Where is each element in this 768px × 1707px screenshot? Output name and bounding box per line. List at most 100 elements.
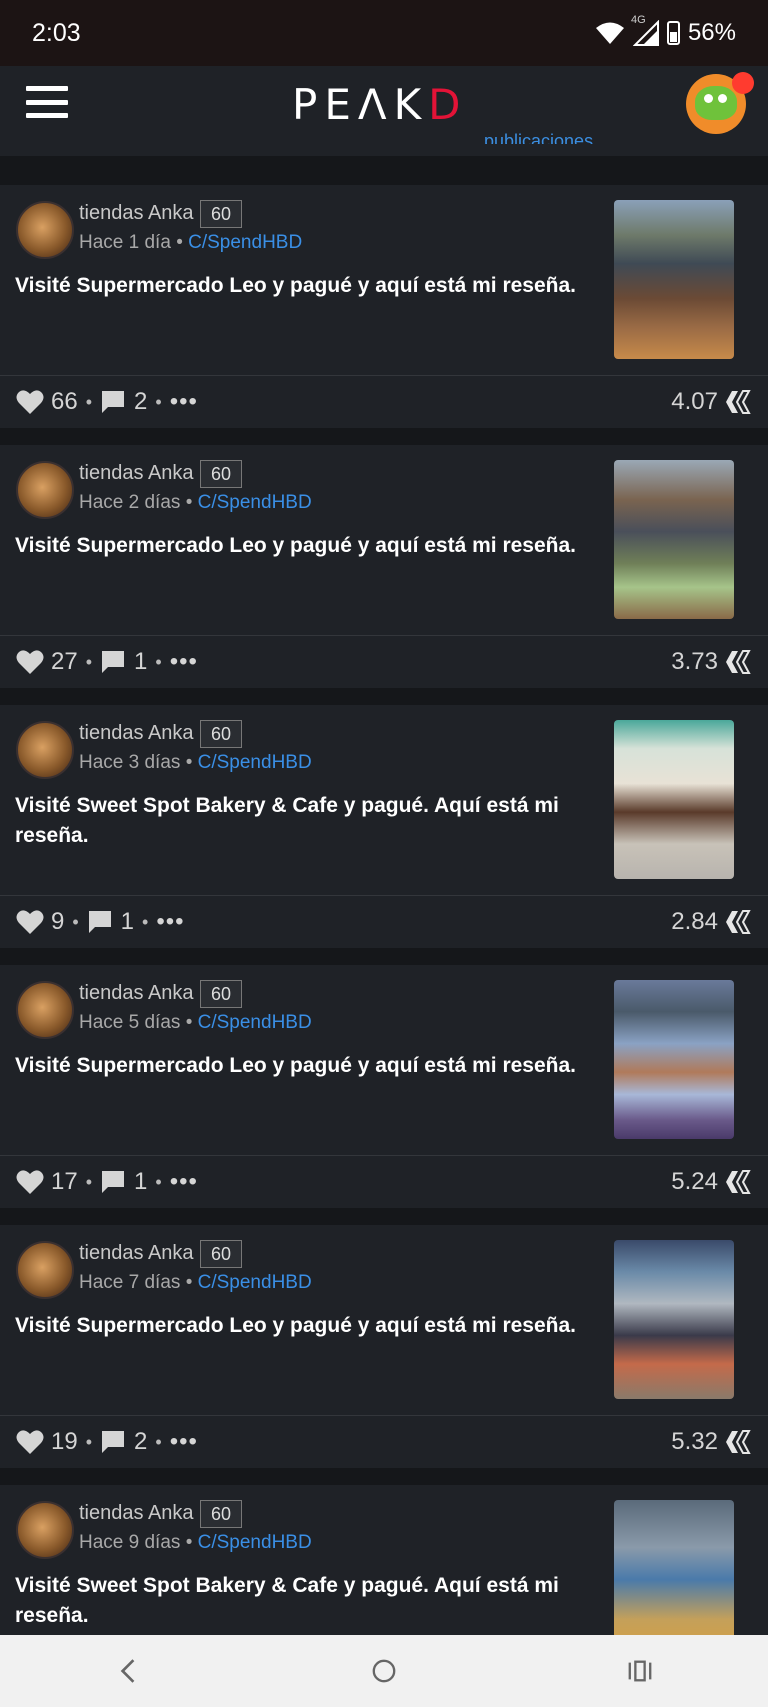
heart-icon[interactable] bbox=[16, 389, 44, 415]
more-options[interactable]: ••• bbox=[170, 1168, 198, 1196]
post-author[interactable]: tiendas Anka bbox=[79, 1502, 194, 1525]
author-avatar[interactable] bbox=[16, 1241, 74, 1299]
post-author[interactable]: tiendas Anka bbox=[79, 202, 194, 225]
post-author[interactable]: tiendas Anka bbox=[79, 1242, 194, 1265]
partially-hidden-link[interactable]: publicaciones bbox=[484, 126, 593, 144]
logo-pe: PE bbox=[292, 80, 358, 129]
post-title[interactable]: Visité Supermercado Leo y pagué y aquí e… bbox=[15, 1311, 590, 1341]
community-link[interactable]: C/SpendHBD bbox=[198, 1532, 312, 1553]
heart-icon[interactable] bbox=[16, 649, 44, 675]
hamburger-menu-icon[interactable] bbox=[26, 86, 68, 118]
author-avatar[interactable] bbox=[16, 1501, 74, 1559]
footer-separator: • bbox=[155, 391, 162, 412]
more-options[interactable]: ••• bbox=[170, 1428, 198, 1456]
footer-separator: • bbox=[155, 1431, 162, 1452]
post-meta: Hace 7 días • C/SpendHBD bbox=[79, 1272, 312, 1294]
post-title[interactable]: Visité Sweet Spot Bakery & Cafe y pagué.… bbox=[15, 791, 590, 851]
more-options[interactable]: ••• bbox=[170, 388, 198, 416]
post-meta: Hace 1 día • C/SpendHBD bbox=[79, 232, 302, 254]
payout[interactable]: 4.07 bbox=[671, 388, 752, 416]
post-title[interactable]: Visité Supermercado Leo y pagué y aquí e… bbox=[15, 271, 590, 301]
back-icon[interactable] bbox=[108, 1651, 148, 1691]
payout[interactable]: 5.32 bbox=[671, 1428, 752, 1456]
post-time: Hace 7 días bbox=[79, 1272, 181, 1293]
payout[interactable]: 3.73 bbox=[671, 648, 752, 676]
post-title[interactable]: Visité Supermercado Leo y pagué y aquí e… bbox=[15, 531, 590, 561]
like-count[interactable]: 27 bbox=[51, 648, 78, 676]
reputation-badge: 60 bbox=[200, 200, 243, 228]
like-count[interactable]: 66 bbox=[51, 388, 78, 416]
community-link[interactable]: C/SpendHBD bbox=[198, 492, 312, 513]
post-time: Hace 3 días bbox=[79, 752, 181, 773]
post-thumbnail[interactable] bbox=[614, 1240, 734, 1399]
post-card[interactable]: tiendas Anka 60 Hace 9 días • C/SpendHBD… bbox=[0, 1485, 768, 1635]
post-author[interactable]: tiendas Anka bbox=[79, 982, 194, 1005]
comment-count[interactable]: 2 bbox=[134, 388, 147, 416]
author-avatar[interactable] bbox=[16, 461, 74, 519]
author-avatar[interactable] bbox=[16, 201, 74, 259]
post-thumbnail[interactable] bbox=[614, 720, 734, 879]
post-author[interactable]: tiendas Anka bbox=[79, 462, 194, 485]
signal-icon: 4G bbox=[631, 14, 659, 46]
payout-value: 2.84 bbox=[671, 908, 718, 935]
like-count[interactable]: 17 bbox=[51, 1168, 78, 1196]
post-thumbnail[interactable] bbox=[614, 980, 734, 1139]
hive-icon bbox=[726, 1430, 751, 1454]
payout[interactable]: 5.24 bbox=[671, 1168, 752, 1196]
payout-value: 5.32 bbox=[671, 1428, 718, 1455]
meta-separator: • bbox=[185, 1272, 193, 1293]
comment-count[interactable]: 1 bbox=[134, 648, 147, 676]
post-card[interactable]: tiendas Anka 60 Hace 1 día • C/SpendHBD … bbox=[0, 185, 768, 428]
author-avatar[interactable] bbox=[16, 721, 74, 779]
logo-k: K bbox=[393, 80, 429, 129]
previous-card-edge bbox=[0, 144, 768, 156]
post-title[interactable]: Visité Supermercado Leo y pagué y aquí e… bbox=[15, 1051, 590, 1081]
author-avatar[interactable] bbox=[16, 981, 74, 1039]
community-link[interactable]: C/SpendHBD bbox=[188, 232, 302, 253]
heart-icon[interactable] bbox=[16, 909, 44, 935]
meta-separator: • bbox=[185, 1532, 193, 1553]
recents-icon[interactable] bbox=[620, 1651, 660, 1691]
meta-separator: • bbox=[185, 492, 193, 513]
comment-count[interactable]: 1 bbox=[134, 1168, 147, 1196]
payout-value: 4.07 bbox=[671, 388, 718, 415]
post-thumbnail[interactable] bbox=[614, 460, 734, 619]
footer-separator: • bbox=[85, 391, 93, 412]
heart-icon[interactable] bbox=[16, 1169, 44, 1195]
footer-separator: • bbox=[155, 1171, 162, 1192]
home-icon[interactable] bbox=[364, 1651, 404, 1691]
post-author[interactable]: tiendas Anka bbox=[79, 722, 194, 745]
comment-bubble-icon[interactable] bbox=[100, 1169, 126, 1195]
community-link[interactable]: C/SpendHBD bbox=[198, 1272, 312, 1293]
community-link[interactable]: C/SpendHBD bbox=[198, 752, 312, 773]
footer-separator: • bbox=[85, 1431, 93, 1452]
post-card[interactable]: tiendas Anka 60 Hace 7 días • C/SpendHBD… bbox=[0, 1225, 768, 1468]
heart-icon[interactable] bbox=[16, 1429, 44, 1455]
like-count[interactable]: 19 bbox=[51, 1428, 78, 1456]
hive-icon bbox=[726, 650, 751, 674]
post-card[interactable]: tiendas Anka 60 Hace 3 días • C/SpendHBD… bbox=[0, 705, 768, 948]
post-footer: 9 • 1 • ••• 2.84 bbox=[0, 895, 768, 948]
post-title[interactable]: Visité Sweet Spot Bakery & Cafe y pagué.… bbox=[15, 1571, 590, 1631]
footer-separator: • bbox=[85, 1171, 93, 1192]
post-card[interactable]: tiendas Anka 60 Hace 2 días • C/SpendHBD… bbox=[0, 445, 768, 688]
post-thumbnail[interactable] bbox=[614, 1500, 734, 1635]
comment-bubble-icon[interactable] bbox=[100, 1429, 126, 1455]
like-count[interactable]: 9 bbox=[51, 908, 64, 936]
more-options[interactable]: ••• bbox=[170, 648, 198, 676]
reputation-badge: 60 bbox=[200, 1500, 243, 1528]
comment-count[interactable]: 1 bbox=[121, 908, 134, 936]
comment-bubble-icon[interactable] bbox=[100, 649, 126, 675]
comment-count[interactable]: 2 bbox=[134, 1428, 147, 1456]
post-card[interactable]: tiendas Anka 60 Hace 5 días • C/SpendHBD… bbox=[0, 965, 768, 1208]
peakd-logo[interactable]: PEΛKD bbox=[292, 80, 468, 129]
payout[interactable]: 2.84 bbox=[671, 908, 752, 936]
more-options[interactable]: ••• bbox=[156, 908, 184, 936]
system-nav-bar bbox=[0, 1635, 768, 1707]
community-link[interactable]: C/SpendHBD bbox=[198, 1012, 312, 1033]
footer-separator: • bbox=[72, 911, 79, 932]
comment-bubble-icon[interactable] bbox=[100, 389, 126, 415]
comment-bubble-icon[interactable] bbox=[87, 909, 113, 935]
meta-separator: • bbox=[176, 232, 183, 253]
post-thumbnail[interactable] bbox=[614, 200, 734, 359]
